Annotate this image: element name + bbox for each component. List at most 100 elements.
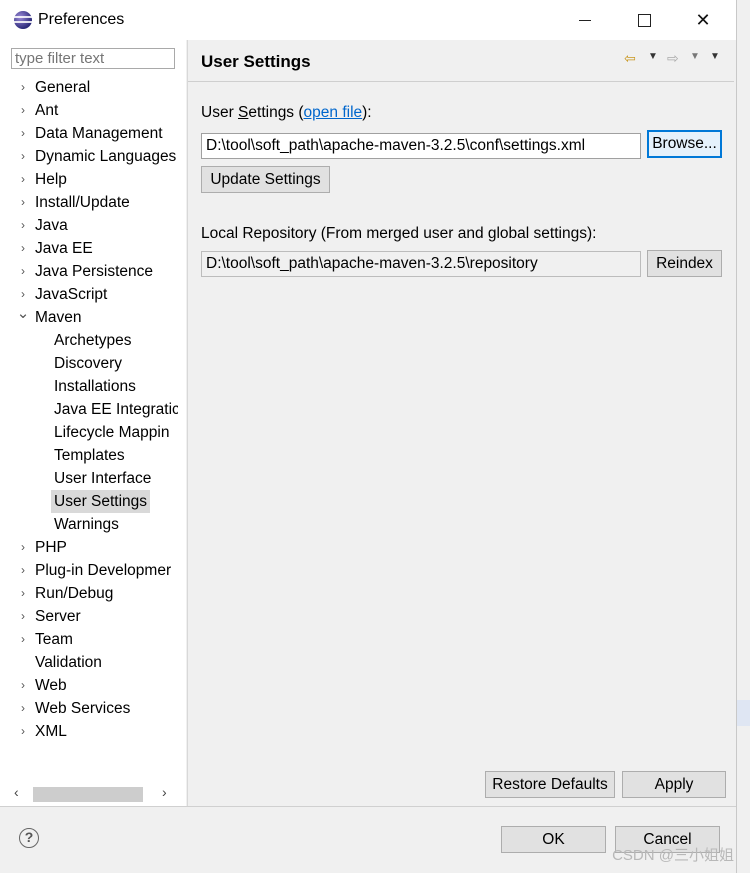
- chevron-right-icon[interactable]: ›: [16, 605, 30, 628]
- label-mnemonic: S: [238, 104, 249, 121]
- tree-item-label: General: [35, 79, 91, 96]
- minimize-button[interactable]: [556, 0, 614, 40]
- chevron-right-icon[interactable]: ›: [16, 260, 30, 283]
- tree-item[interactable]: › JavaScript: [0, 283, 178, 306]
- tree-item-label: Java: [35, 217, 68, 234]
- reindex-button[interactable]: Reindex: [647, 250, 722, 277]
- window-title: Preferences: [38, 11, 125, 28]
- chevron-right-icon[interactable]: ›: [16, 720, 30, 743]
- tree-item[interactable]: › PHP: [0, 536, 178, 559]
- forward-arrow-icon[interactable]: ⇨: [667, 50, 679, 67]
- view-menu-chevron-icon[interactable]: ▼: [710, 51, 720, 62]
- chevron-right-icon[interactable]: ›: [16, 122, 30, 145]
- tree-item-label: Run/Debug: [35, 585, 114, 602]
- chevron-right-icon[interactable]: ›: [16, 582, 30, 605]
- tree-item[interactable]: › XML: [0, 720, 178, 743]
- tree-item-label: Web Services: [35, 700, 131, 717]
- tree-item[interactable]: › Java EE: [0, 237, 178, 260]
- close-button[interactable]: ✕: [674, 0, 732, 40]
- tree-item[interactable]: Lifecycle Mappin: [0, 421, 178, 444]
- tree-item-label: Maven: [35, 309, 82, 326]
- label-part: ettings (: [248, 104, 304, 121]
- chevron-right-icon[interactable]: ›: [16, 559, 30, 582]
- tree-item[interactable]: Warnings: [0, 513, 178, 536]
- tree-item[interactable]: › Web: [0, 674, 178, 697]
- forward-menu-chevron-icon[interactable]: ▼: [690, 51, 700, 62]
- browse-button[interactable]: Browse...: [647, 130, 722, 158]
- back-arrow-icon[interactable]: ⇦: [624, 50, 636, 67]
- tree-item-label: Installations: [54, 378, 136, 395]
- tree-item[interactable]: › Java: [0, 214, 178, 237]
- footer-separator: [0, 806, 736, 807]
- tree-item[interactable]: › Team: [0, 628, 178, 651]
- tree-item[interactable]: › Web Services: [0, 697, 178, 720]
- tree-item[interactable]: › Server: [0, 605, 178, 628]
- user-settings-label: User Settings (open file):: [201, 104, 372, 122]
- tree-item[interactable]: User Interface: [0, 467, 178, 490]
- scrollbar-thumb[interactable]: [33, 787, 143, 802]
- close-icon: ✕: [695, 9, 711, 30]
- tree-item[interactable]: Templates: [0, 444, 178, 467]
- tree-item[interactable]: Validation: [0, 651, 178, 674]
- chevron-down-icon[interactable]: ⌄: [16, 306, 30, 325]
- chevron-right-icon[interactable]: ›: [16, 145, 30, 168]
- chevron-right-icon[interactable]: ›: [16, 76, 30, 99]
- label-part: ):: [362, 104, 372, 121]
- tree-item[interactable]: Java EE Integratic: [0, 398, 178, 421]
- maximize-icon: [637, 13, 651, 27]
- tree-item[interactable]: ⌄ Maven: [0, 306, 178, 329]
- tree-item-label: User Interface: [54, 470, 152, 487]
- tree-item[interactable]: › General: [0, 76, 178, 99]
- chevron-right-icon[interactable]: ›: [16, 283, 30, 306]
- tree-item[interactable]: Discovery: [0, 352, 178, 375]
- tree-item[interactable]: › Run/Debug: [0, 582, 178, 605]
- restore-defaults-button[interactable]: Restore Defaults: [485, 771, 615, 798]
- chevron-right-icon[interactable]: ›: [16, 99, 30, 122]
- header-separator: [188, 81, 734, 82]
- tree-item[interactable]: User Settings: [0, 490, 178, 513]
- tree-item[interactable]: › Install/Update: [0, 191, 178, 214]
- tree-item[interactable]: Archetypes: [0, 329, 178, 352]
- tree-item-label: Ant: [35, 102, 59, 119]
- tree-item-label: Data Management: [35, 125, 163, 142]
- tree-item[interactable]: › Plug-in Developmer: [0, 559, 178, 582]
- tree-item-label: User Settings: [51, 490, 151, 513]
- chevron-right-icon[interactable]: ›: [16, 191, 30, 214]
- tree-item-label: Java Persistence: [35, 263, 154, 280]
- scroll-left-icon[interactable]: ‹: [14, 784, 19, 800]
- update-settings-button[interactable]: Update Settings: [201, 166, 330, 193]
- tree-item-label: Archetypes: [54, 332, 132, 349]
- scroll-right-icon[interactable]: ›: [162, 784, 167, 800]
- chevron-right-icon[interactable]: ›: [16, 697, 30, 720]
- ok-button[interactable]: OK: [501, 826, 606, 853]
- tree-item-label: Lifecycle Mappin: [54, 424, 170, 441]
- tree-item-label: XML: [35, 723, 67, 740]
- maximize-button[interactable]: [615, 0, 673, 40]
- local-repository-label: Local Repository (From merged user and g…: [201, 225, 597, 242]
- tree-item-label: Server: [35, 608, 81, 625]
- help-icon[interactable]: ?: [19, 828, 39, 848]
- tree-item-label: Warnings: [54, 516, 119, 533]
- chevron-right-icon[interactable]: ›: [16, 628, 30, 651]
- chevron-right-icon[interactable]: ›: [16, 536, 30, 559]
- open-file-link[interactable]: open file: [304, 104, 363, 121]
- tree-item-label: JavaScript: [35, 286, 108, 303]
- filter-input[interactable]: [11, 48, 175, 69]
- chevron-right-icon[interactable]: ›: [16, 168, 30, 191]
- chevron-right-icon[interactable]: ›: [16, 214, 30, 237]
- tree-item[interactable]: › Java Persistence: [0, 260, 178, 283]
- tree-item[interactable]: › Data Management: [0, 122, 178, 145]
- tree-item[interactable]: Installations: [0, 375, 178, 398]
- chevron-right-icon[interactable]: ›: [16, 674, 30, 697]
- apply-button[interactable]: Apply: [622, 771, 726, 798]
- chevron-right-icon[interactable]: ›: [16, 237, 30, 260]
- tree-item-label: Dynamic Languages: [35, 148, 177, 165]
- tree-item[interactable]: › Ant: [0, 99, 178, 122]
- local-repository-field[interactable]: D:\tool\soft_path\apache-maven-3.2.5\rep…: [201, 251, 641, 277]
- back-menu-chevron-icon[interactable]: ▼: [648, 51, 658, 62]
- tree-item[interactable]: › Dynamic Languages: [0, 145, 178, 168]
- user-settings-field[interactable]: D:\tool\soft_path\apache-maven-3.2.5\con…: [201, 133, 641, 159]
- tree-item[interactable]: › Help: [0, 168, 178, 191]
- label-part: User: [201, 104, 239, 121]
- background-window-strip: [737, 700, 750, 726]
